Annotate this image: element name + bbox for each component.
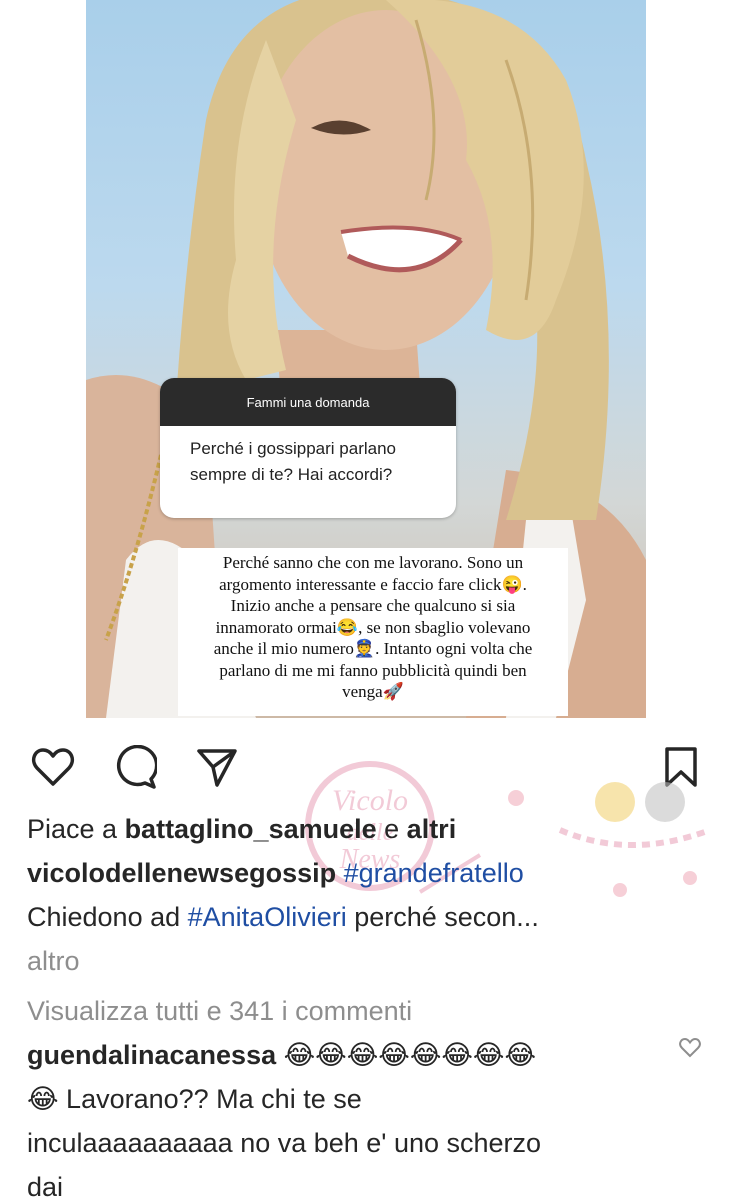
send-icon[interactable]	[194, 744, 240, 790]
caption-more-link[interactable]: altro	[27, 944, 80, 978]
comment-like-heart-icon[interactable]	[679, 1037, 701, 1063]
comment-line-4: dai	[27, 1172, 64, 1202]
comment-line-3: inculaaaaaaaaaa no va beh e' uno scherzo	[27, 1128, 542, 1158]
caption-line-2: Chiedono ad #AnitaOlivieri perché secon.…	[27, 902, 539, 932]
likes-others-link[interactable]: altri	[407, 814, 457, 844]
post-action-bar	[0, 740, 732, 790]
view-all-comments-link[interactable]: Visualizza tutti e 341 i commenti	[27, 994, 412, 1028]
caption-line-1: vicolodellenewsegossip #grandefratello	[27, 856, 524, 890]
question-text: Perché i gossippari parlano sempre di te…	[190, 439, 397, 484]
author-username[interactable]: vicolodellenewsegossip	[27, 858, 336, 888]
answer-text-box: Perché sanno che con me lavorano. Sono u…	[178, 548, 568, 716]
bookmark-icon[interactable]	[658, 744, 704, 790]
likes-summary: Piace a battaglino_samuele e altri	[27, 814, 457, 844]
comment-emojis: 😂😂😂😂😂😂😂😂	[283, 1040, 537, 1070]
hashtag-link[interactable]: #AnitaOlivieri	[188, 902, 347, 932]
heart-icon[interactable]	[30, 744, 76, 790]
comment-icon[interactable]	[112, 744, 158, 790]
hashtag-link[interactable]: #grandefratello	[344, 858, 524, 888]
question-sticker-header: Fammi una domanda	[160, 378, 456, 426]
question-sticker: Fammi una domanda Perché i gossippari pa…	[160, 378, 456, 518]
comment-username[interactable]: guendalinacanessa	[27, 1040, 276, 1070]
liker-username[interactable]: battaglino_samuele	[125, 814, 377, 844]
comment-line-1: guendalinacanessa 😂😂😂😂😂😂😂😂	[27, 1038, 536, 1072]
comment-line-2: 😂 Lavorano?? Ma chi te se	[27, 1084, 362, 1114]
